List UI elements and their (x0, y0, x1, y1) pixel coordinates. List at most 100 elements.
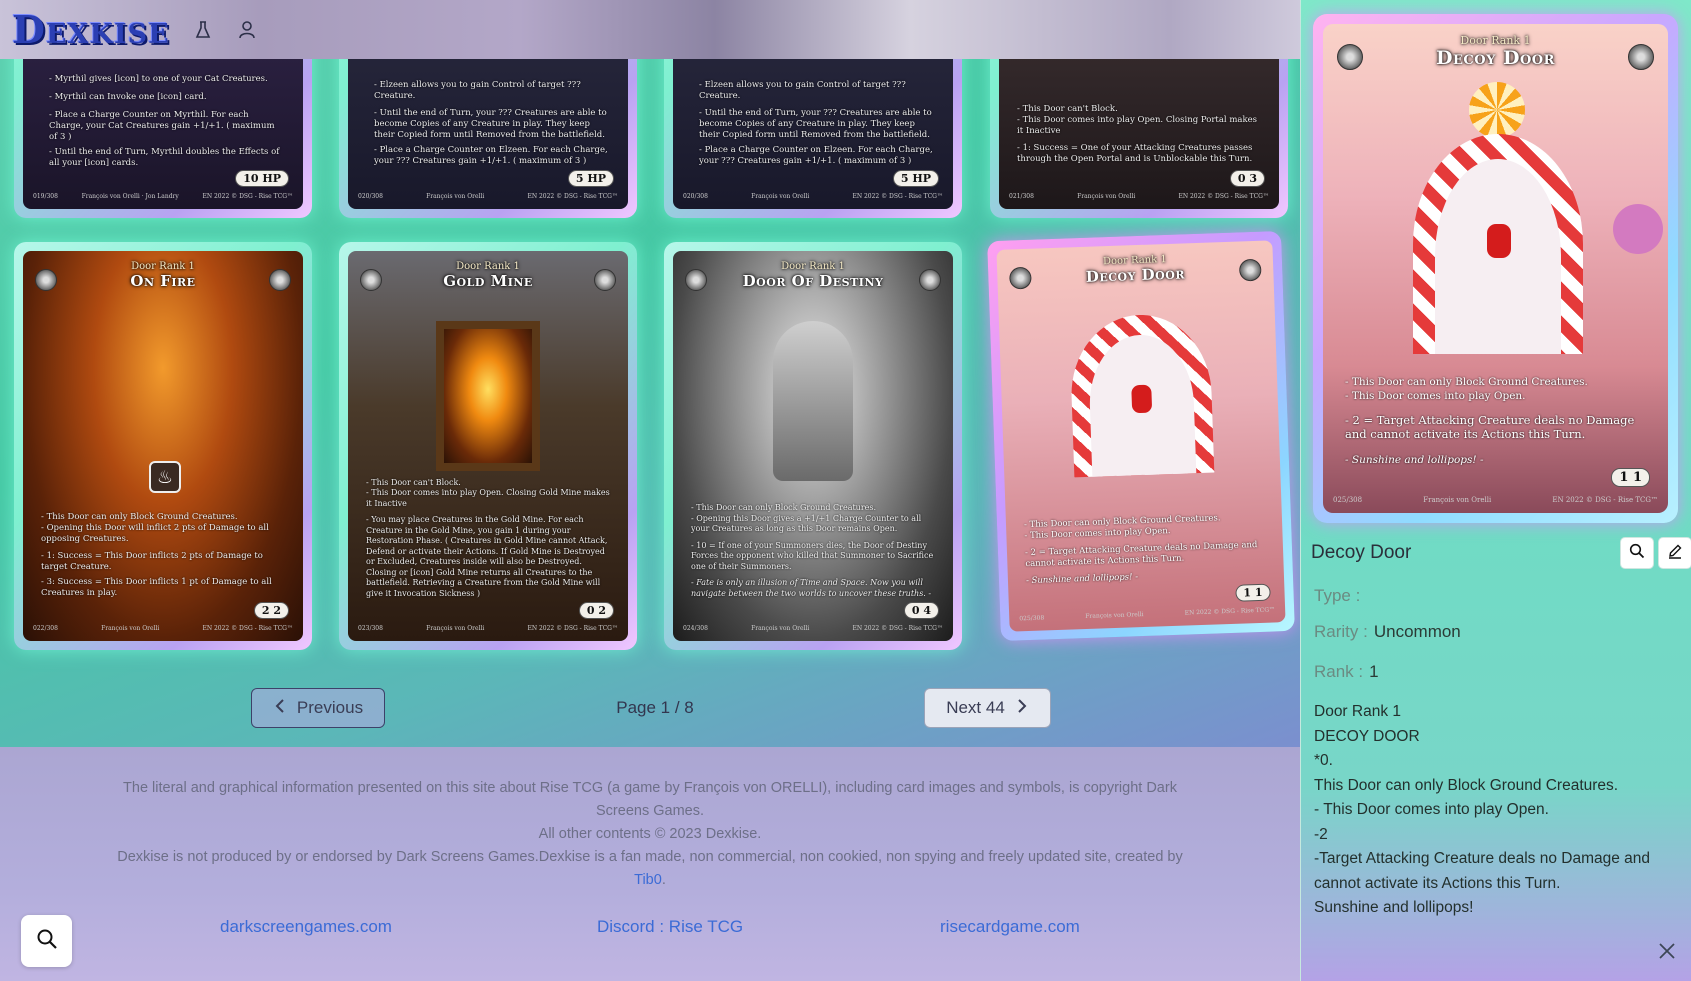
preview-card-text-line: - Sunshine and lollipops! - (1345, 454, 1484, 466)
type-row: Type : (1314, 586, 1366, 606)
card-preview: Door Rank 1 Decoy Door - This Door can o… (1313, 14, 1678, 523)
card-number: 020/308 (683, 192, 708, 200)
next-label: Next 44 (946, 698, 1005, 717)
lollipop-image (1613, 204, 1663, 254)
card-rank: Door Rank 1 (456, 261, 520, 272)
flask-icon[interactable] (192, 19, 214, 41)
card-number: 023/308 (358, 624, 383, 632)
card-title: Decoy Door (1311, 542, 1412, 563)
card-legal: EN 2022 © DSG - Rise TCG™ (852, 624, 943, 632)
card-number: 022/308 (33, 624, 58, 632)
card-tile-selected[interactable]: Door Rank 1 Decoy Door - This Door can o… (987, 230, 1295, 642)
card-artist: François von Orelli (751, 192, 810, 200)
preview-card-text-line: - 2 = Target Attacking Creature deals no… (1345, 413, 1635, 441)
next-button[interactable]: Next 44 (924, 688, 1051, 728)
lollipop-image (1469, 82, 1525, 138)
close-panel-button[interactable] (1657, 941, 1679, 963)
card-text-line: - Until the end of Turn, your ??? Creatu… (699, 108, 932, 140)
card-text-line: - Myrthil can Invoke one [icon] card. (49, 92, 207, 102)
card-text-line: - This Door can't Block. (366, 477, 461, 487)
card-text-line: - Opening this Door will inflict 2 pts o… (41, 523, 269, 544)
card-text-line: - Until the end of Turn, Myrthil doubles… (49, 147, 280, 168)
card-rank: Door Rank 1 (131, 261, 195, 272)
type-label: Type : (1314, 586, 1361, 605)
card-text-line: - 10 = If one of your Summoners dies, th… (691, 540, 934, 571)
card-legal: EN 2022 © DSG - Rise TCG™ (1178, 192, 1269, 200)
card-text-line: - 2 = Target Attacking Creature deals no… (1024, 540, 1258, 570)
rank-row: Rank : 1 (1314, 662, 1379, 682)
card-text-line: -Target Attacking Creature deals no Dama… (1314, 850, 1651, 892)
search-icon (1629, 543, 1645, 564)
card-legal: EN 2022 © DSG - Rise TCG™ (202, 192, 293, 200)
card-text-line: - Myrthil gives [icon] to one of your Ca… (49, 74, 268, 84)
edit-button[interactable] (1658, 537, 1691, 569)
card-text-line: - Sunshine and lollipops! - (1025, 572, 1139, 587)
card-legal: EN 2022 © DSG - Rise TCG™ (527, 192, 618, 200)
card-text-line: DECOY DOOR (1314, 727, 1420, 745)
card-stat: 5 HP (567, 170, 614, 187)
disclaimer-period: . (661, 872, 666, 888)
preview-card-rank: Door Rank 1 (1460, 34, 1531, 47)
card-number: 025/308 (1019, 613, 1045, 622)
card-artist: François von Orelli (426, 192, 485, 200)
card-text-line: - This Door comes into play Open. (1314, 801, 1549, 818)
card-text-line: This Door can only Block Ground Creature… (1314, 776, 1619, 794)
search-fab-button[interactable] (21, 915, 72, 967)
preview-card-artist: François von Orelli (1423, 496, 1492, 504)
close-icon (1657, 943, 1677, 965)
rarity-label: Rarity : (1314, 622, 1368, 641)
footer-link-risecardgame[interactable]: risecardgame.com (940, 915, 1080, 938)
card-gallery: - Myrthil gives [icon] to one of your Ca… (0, 0, 1300, 747)
preview-card-text-line: - This Door comes into play Open. (1345, 390, 1526, 402)
card-artist: François von Orelli (426, 624, 485, 632)
pencil-icon (1667, 543, 1683, 564)
card-text-line: - Elzeen allows you to gain Control of t… (374, 80, 581, 101)
preview-card-text-line: - This Door can only Block Ground Creatu… (1345, 376, 1588, 388)
user-icon[interactable] (236, 19, 258, 41)
top-header: Dexkise (0, 0, 1300, 59)
gummy-bear-image (1487, 224, 1511, 258)
preview-card-name: Decoy Door (1436, 47, 1555, 69)
copyright-notice: The literal and graphical information pr… (123, 780, 1177, 819)
creator-link[interactable]: Tib0 (634, 872, 662, 888)
card-text-line: *0. (1314, 752, 1333, 769)
zoom-button[interactable] (1620, 537, 1654, 569)
preview-card-legal: EN 2022 © DSG - Rise TCG™ (1552, 496, 1658, 504)
card-text-line: Door Rank 1 (1314, 703, 1402, 720)
card-text-line: - Place a Charge Counter on Myrthil. For… (49, 110, 275, 142)
card-number: 024/308 (683, 624, 708, 632)
card-artist: François von Orelli (1085, 610, 1144, 620)
card-stat: 0 4 (903, 602, 939, 619)
card-text-line: - You may place Creatures in the Gold Mi… (366, 515, 608, 598)
card-tile[interactable]: Door Rank 1 Gold Mine - This Door can't … (339, 242, 637, 650)
card-text-line: -2 (1314, 825, 1328, 843)
card-tile[interactable]: Door Rank 1 Door Of Destiny - This Door … (664, 242, 962, 650)
card-name: Gold Mine (443, 272, 533, 290)
card-stat: 5 HP (892, 170, 939, 187)
card-detail-panel: Door Rank 1 Decoy Door - This Door can o… (1300, 0, 1691, 981)
card-text-line: - This Door can only Block Ground Creatu… (41, 512, 238, 522)
card-stat: 1 1 (1235, 583, 1271, 602)
footer-link-darkscreengames[interactable]: darkscreengames.com (220, 915, 392, 938)
card-artist: François von Orelli (101, 624, 160, 632)
previous-button[interactable]: Previous (251, 688, 385, 728)
preview-card-number: 025/308 (1333, 496, 1363, 504)
card-legal: EN 2022 © DSG - Rise TCG™ (527, 624, 618, 632)
rarity-value: Uncommon (1373, 622, 1461, 641)
card-text-line: Sunshine and lollipops! (1314, 899, 1474, 916)
card-tile[interactable]: Door Rank 1 On Fire ♨ - This Door can on… (14, 242, 312, 650)
mine-entrance-image (436, 321, 540, 471)
card-artist: François von Orelli (751, 624, 810, 632)
card-legal: EN 2022 © DSG - Rise TCG™ (202, 624, 293, 632)
rank-value: 1 (1369, 662, 1379, 681)
card-text-line: - Place a Charge Counter on Elzeen. For … (699, 145, 933, 166)
footer-link-discord[interactable]: Discord : Rise TCG (597, 915, 743, 938)
card-text-line: - 1: Success = One of your Attacking Cre… (1017, 143, 1253, 164)
card-rank: Door Rank 1 (781, 261, 845, 272)
card-legal: EN 2022 © DSG - Rise TCG™ (852, 192, 943, 200)
card-number: 019/308 (33, 192, 58, 200)
card-artist: François von Orelli · Jon Landry (81, 192, 179, 200)
chevron-left-icon (273, 698, 287, 719)
card-number: 021/308 (1009, 192, 1034, 200)
site-logo[interactable]: Dexkise (12, 7, 170, 52)
